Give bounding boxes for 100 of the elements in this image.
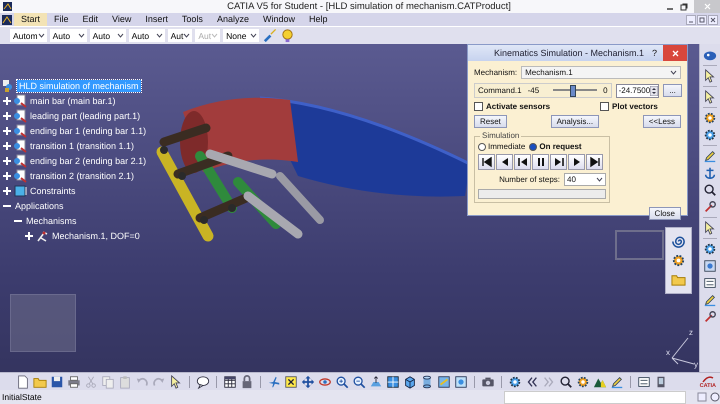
expand-icon[interactable] [3, 96, 11, 104]
hide-show-icon[interactable] [437, 374, 451, 388]
dropdown[interactable]: Aut [168, 29, 192, 42]
tree-item[interactable]: Mechanism.1, DOF=0 [50, 230, 142, 242]
zoom-in-icon[interactable] [335, 374, 349, 388]
steps-dropdown[interactable]: 40 [564, 173, 606, 186]
wrench-icon[interactable] [703, 310, 717, 324]
dropdown[interactable]: Autom [10, 29, 47, 42]
menu-item[interactable]: Window [256, 13, 302, 26]
speech-bubble-icon[interactable] [196, 374, 210, 388]
tree-item[interactable]: ending bar 2 (ending bar 2.1) [28, 154, 148, 166]
expand-icon[interactable] [3, 186, 11, 194]
settings-icon[interactable] [710, 392, 720, 402]
camera-icon[interactable] [481, 374, 495, 388]
gear-icon[interactable] [703, 111, 717, 125]
gear-icon[interactable] [703, 242, 717, 256]
four-arrows-icon[interactable] [301, 374, 315, 388]
menu-item[interactable]: Help [302, 13, 334, 26]
paint-brush-icon[interactable] [262, 28, 278, 43]
expand-icon[interactable] [3, 112, 11, 120]
swap-space-icon[interactable] [454, 374, 468, 388]
pencil-icon[interactable] [610, 374, 624, 388]
cursor-arrow-icon[interactable] [703, 221, 717, 235]
cursor-arrow-icon[interactable] [703, 90, 717, 104]
mechanism-dropdown[interactable]: Mechanism.1 [521, 66, 681, 79]
clipboard-icon[interactable] [118, 374, 132, 388]
dropdown[interactable]: None [223, 29, 260, 42]
zoom-out-icon[interactable] [352, 374, 366, 388]
slider-thumb[interactable] [570, 85, 576, 97]
play-button[interactable] [568, 154, 585, 170]
checkbox[interactable] [600, 102, 610, 111]
dropdown[interactable]: Auto [128, 29, 165, 42]
light-bulb-icon[interactable] [280, 28, 296, 43]
table-grid-icon[interactable] [223, 374, 237, 388]
minimize-icon[interactable] [686, 14, 696, 24]
window-arrows-icon[interactable] [703, 276, 717, 290]
menu-item[interactable]: File [47, 13, 76, 26]
tree-item[interactable]: Constraints [28, 184, 78, 196]
gear-icon[interactable] [671, 253, 686, 268]
search-icon[interactable] [703, 183, 717, 197]
spiral-icon[interactable] [671, 234, 686, 249]
cylinder-icon[interactable] [420, 374, 434, 388]
expand-icon[interactable] [3, 126, 11, 134]
tree-item[interactable]: ending bar 1 (ending bar 1.1) [28, 124, 148, 136]
expand-icon[interactable] [25, 232, 33, 240]
search-icon[interactable] [559, 374, 573, 388]
dropdown[interactable]: Auto [90, 29, 126, 42]
restore-icon[interactable] [680, 2, 688, 10]
pencil-icon[interactable] [703, 149, 717, 163]
fit-all-icon[interactable] [284, 374, 298, 388]
gear-icon[interactable] [508, 374, 522, 388]
cursor-arrow-icon[interactable] [169, 374, 183, 388]
dropdown[interactable]: Auto [50, 29, 87, 42]
step-forward-button[interactable] [550, 154, 567, 170]
menu-item[interactable]: Edit [76, 13, 106, 26]
value-field[interactable]: -24.7500 [616, 84, 660, 98]
anchor-icon[interactable] [703, 166, 717, 180]
menu-item[interactable]: Start [14, 13, 48, 26]
pencil-icon[interactable] [703, 293, 717, 307]
skip-back-button[interactable] [478, 154, 495, 170]
analysis-button[interactable]: Analysis... [550, 115, 600, 128]
radio-button[interactable] [478, 142, 486, 150]
wrench-icon[interactable] [703, 200, 717, 214]
cube-icon[interactable] [403, 374, 417, 388]
normal-view-icon[interactable] [369, 374, 383, 388]
app-logo-icon[interactable] [2, 14, 12, 24]
reset-button[interactable]: Reset [474, 115, 507, 128]
double-chevron-left-icon[interactable] [525, 374, 539, 388]
expand-icon[interactable] [3, 172, 11, 180]
menu-item[interactable]: Tools [174, 13, 210, 26]
close-button[interactable]: Close [648, 207, 681, 220]
film-frame-icon[interactable] [703, 259, 717, 273]
cursor-arrow-icon[interactable] [703, 69, 717, 83]
tree-item[interactable]: Applications [13, 200, 66, 212]
skip-forward-button[interactable] [586, 154, 603, 170]
more-button[interactable]: ... [663, 84, 682, 97]
gear-icon[interactable] [703, 128, 717, 142]
tree-item[interactable]: main bar (main bar.1) [28, 94, 118, 106]
command-input-field[interactable] [504, 390, 686, 404]
tree-item[interactable]: Mechanisms [24, 214, 79, 226]
close-button[interactable] [663, 45, 687, 61]
menu-item[interactable]: View [105, 13, 138, 26]
pause-button[interactable] [532, 154, 549, 170]
four-views-icon[interactable] [386, 374, 400, 388]
tree-item[interactable]: transition 2 (transition 2.1) [28, 170, 136, 182]
menu-item[interactable]: Analyze [210, 13, 256, 26]
tree-item[interactable]: transition 1 (transition 1.1) [28, 140, 136, 152]
window-arrows-icon[interactable] [637, 374, 651, 388]
step-back-button[interactable] [514, 154, 531, 170]
expand-icon[interactable] [3, 156, 11, 164]
tree-item[interactable]: leading part (leading part.1) [28, 110, 142, 122]
panel-icon[interactable] [697, 392, 707, 402]
play-reverse-button[interactable] [496, 154, 513, 170]
expand-icon[interactable] [3, 142, 11, 150]
menu-item[interactable]: Insert [138, 13, 175, 26]
radio-button[interactable] [529, 142, 538, 150]
padlock-icon[interactable] [240, 374, 254, 388]
airplane-icon[interactable] [267, 374, 281, 388]
less-button[interactable]: <<Less [642, 115, 681, 128]
printer-icon[interactable] [67, 374, 81, 388]
